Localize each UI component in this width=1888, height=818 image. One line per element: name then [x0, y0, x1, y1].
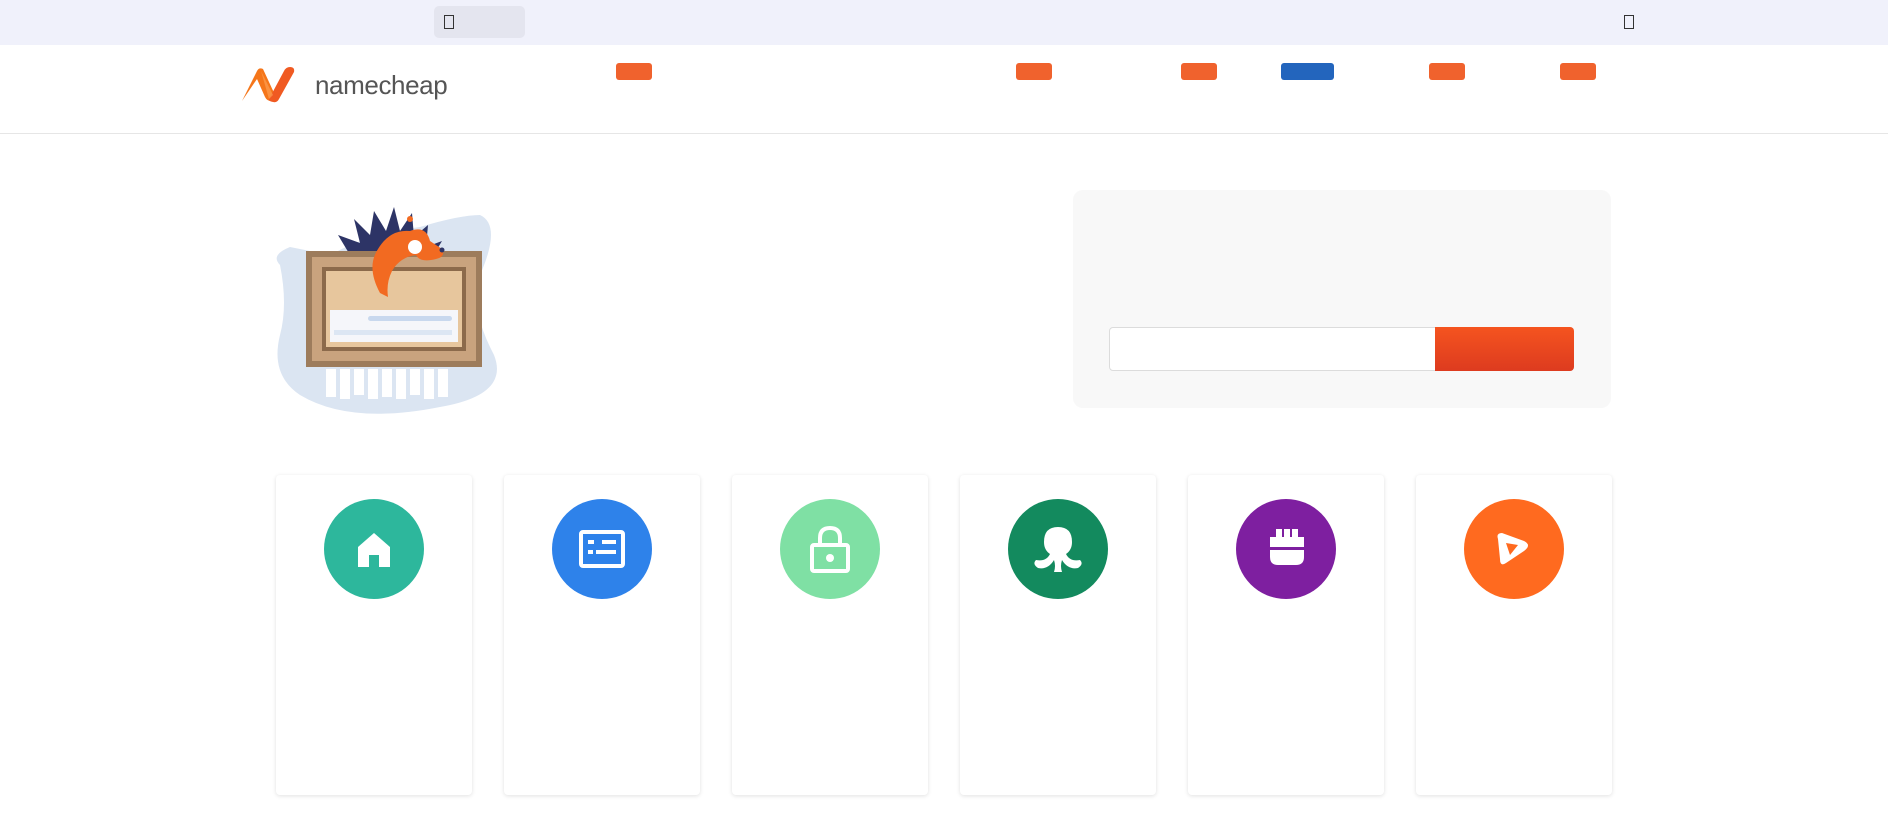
nav-item-4[interactable] — [1281, 63, 1334, 80]
domain-search-card — [1073, 190, 1611, 408]
plug-icon — [1236, 499, 1336, 599]
site-header: namecheap — [0, 45, 1888, 134]
nav-item-6[interactable] — [1560, 63, 1596, 80]
play-icon — [1464, 499, 1564, 599]
product-card-6[interactable] — [1416, 475, 1612, 795]
search-button[interactable] — [1435, 327, 1574, 371]
nav-item-3[interactable] — [1181, 63, 1217, 80]
nav-item-2[interactable] — [1016, 63, 1052, 80]
menu-icon[interactable] — [1624, 15, 1634, 29]
namecheap-logo[interactable]: namecheap — [239, 65, 448, 105]
product-card-3[interactable] — [732, 475, 928, 795]
product-card-5[interactable] — [1188, 475, 1384, 795]
hedgehog-fox-frame-illustration — [276, 207, 497, 414]
browser-tab-icon[interactable] — [444, 15, 454, 29]
domain-search-input[interactable] — [1109, 327, 1437, 371]
logo-wordmark: namecheap — [315, 69, 448, 100]
product-card-4[interactable] — [960, 475, 1156, 795]
product-card-2[interactable] — [504, 475, 700, 795]
browser-topbar — [0, 0, 1888, 45]
namecheap-logo-icon — [242, 67, 295, 103]
product-card-1[interactable] — [276, 475, 472, 795]
nav-item-5[interactable] — [1429, 63, 1465, 80]
lock-icon — [780, 499, 880, 599]
nav-item-1[interactable] — [616, 63, 652, 80]
octopus-icon — [1008, 499, 1108, 599]
server-icon — [552, 499, 652, 599]
house-icon — [324, 499, 424, 599]
